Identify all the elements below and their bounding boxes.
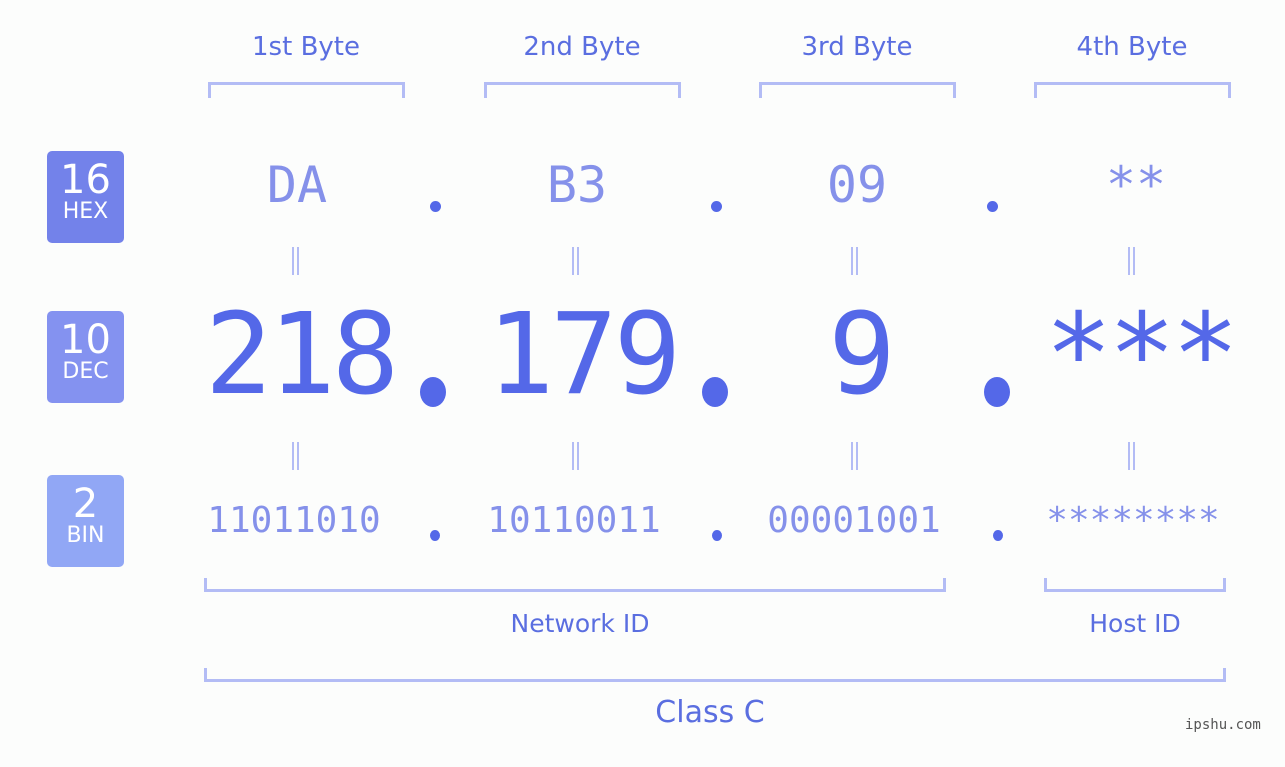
byte-bracket-1 xyxy=(208,82,405,98)
bin-byte-3: 00001001 xyxy=(767,500,941,541)
equals-icon xyxy=(851,442,858,470)
equals-icon xyxy=(572,442,579,470)
hex-separator-1 xyxy=(430,201,441,212)
host-id-bracket xyxy=(1044,578,1226,592)
equals-icon xyxy=(1128,442,1135,470)
bin-byte-4: ******** xyxy=(1046,500,1220,541)
byte-label-1: 1st Byte xyxy=(252,32,360,62)
byte-bracket-4 xyxy=(1034,82,1231,98)
dec-base-number: 10 xyxy=(60,317,111,363)
byte-label-4: 4th Byte xyxy=(1076,32,1188,62)
equals-icon xyxy=(1128,247,1135,275)
equals-icon xyxy=(851,247,858,275)
class-bracket xyxy=(204,668,1226,682)
byte-label-2: 2nd Byte xyxy=(523,32,641,62)
bin-byte-2: 10110011 xyxy=(487,500,661,541)
hex-base-number: 16 xyxy=(60,157,111,203)
dec-byte-4: *** xyxy=(1044,290,1239,420)
host-id-label: Host ID xyxy=(1089,609,1181,638)
bin-separator-2 xyxy=(712,530,722,541)
equals-icon xyxy=(572,247,579,275)
bin-badge: 2 BIN xyxy=(47,475,124,567)
byte-bracket-3 xyxy=(759,82,956,98)
bin-byte-1: 11011010 xyxy=(207,500,381,541)
dec-byte-1: 218 xyxy=(204,290,399,420)
bin-separator-1 xyxy=(430,530,440,541)
hex-byte-3: 09 xyxy=(826,156,888,214)
network-id-bracket xyxy=(204,578,946,592)
dec-separator-3 xyxy=(984,377,1010,407)
dec-badge: 10 DEC xyxy=(47,311,124,403)
hex-byte-2: B3 xyxy=(546,156,608,214)
byte-bracket-2 xyxy=(484,82,681,98)
equals-icon xyxy=(292,442,299,470)
hex-byte-4: ** xyxy=(1105,156,1167,214)
bin-separator-3 xyxy=(993,530,1003,541)
dec-separator-1 xyxy=(420,377,446,407)
watermark: ipshu.com xyxy=(1185,717,1261,733)
class-label: Class C xyxy=(655,695,765,730)
dec-byte-2: 179 xyxy=(486,290,681,420)
dec-separator-2 xyxy=(702,377,728,407)
hex-separator-3 xyxy=(987,201,998,212)
network-id-label: Network ID xyxy=(510,609,650,638)
hex-separator-2 xyxy=(711,201,722,212)
dec-byte-3: 9 xyxy=(828,290,895,420)
byte-label-3: 3rd Byte xyxy=(801,32,913,62)
bin-base-number: 2 xyxy=(72,481,99,527)
hex-byte-1: DA xyxy=(266,156,328,214)
dec-base-label: DEC xyxy=(62,359,109,384)
equals-icon xyxy=(292,247,299,275)
bin-base-label: BIN xyxy=(66,523,105,548)
hex-base-label: HEX xyxy=(62,199,109,224)
hex-badge: 16 HEX xyxy=(47,151,124,243)
